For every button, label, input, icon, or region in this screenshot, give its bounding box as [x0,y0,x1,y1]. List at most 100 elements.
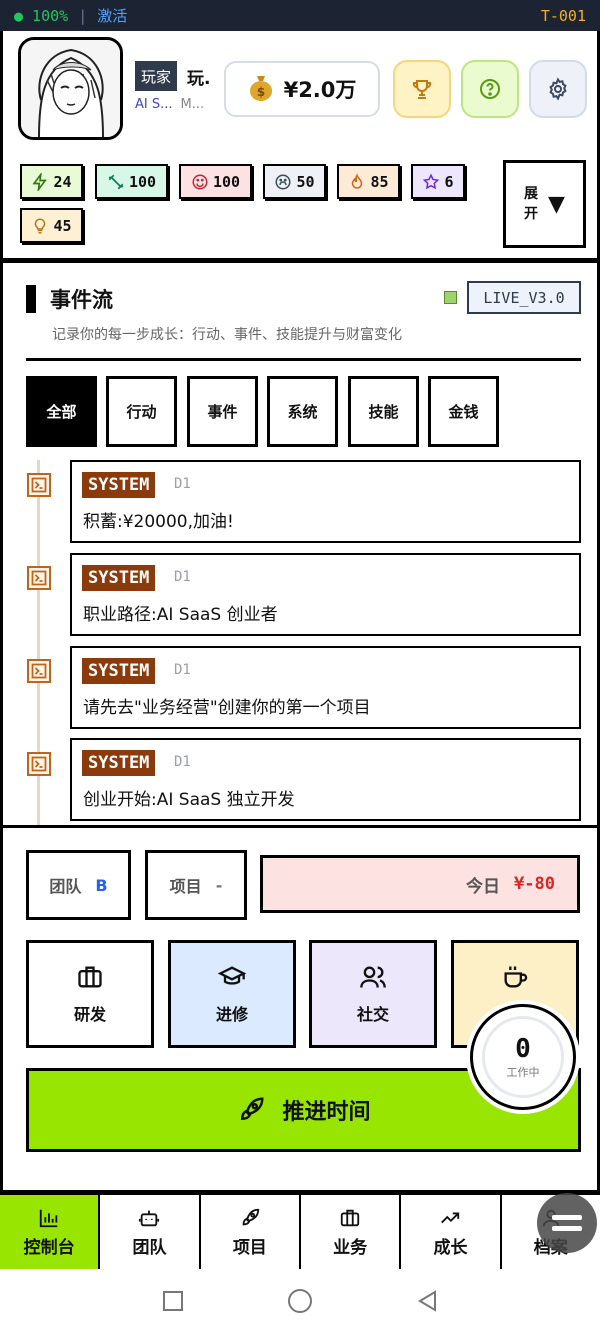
avatar[interactable] [18,37,123,140]
terminal-icon [27,659,51,683]
terminal-icon [27,473,51,497]
action-research-button[interactable]: 研发 [26,940,154,1048]
trophy-button[interactable] [393,60,451,118]
action-research-label: 研发 [73,1005,106,1024]
stat-reputation-value: 6 [444,172,454,191]
action-panel: 团队 B 项目 - 今日 ¥-80 研发 进修 社交 休 推进时间 0 工作中 [0,828,600,1193]
event-type-badge: SYSTEM [82,658,156,684]
back-icon[interactable] [416,1289,438,1313]
bulb-icon [35,217,46,233]
stat-energy-value: 24 [53,172,72,191]
nav-growth-label: 成长 [433,1237,468,1258]
profile-header: 玩家 玩. AI S... M... $ ¥2.0万 24 100 100 50 … [0,31,600,263]
advance-time-label: 推进时间 [282,1100,371,1125]
gear-icon [549,77,567,101]
rocket-icon [242,1208,259,1225]
filter-action[interactable]: 行动 [106,376,177,447]
action-social-label: 社交 [356,1005,389,1024]
money-bag-icon: $ [248,73,274,106]
section-marker [26,285,36,313]
filter-event[interactable]: 事件 [187,376,258,447]
player-role-text: AI S... [135,97,173,112]
worker-ring: 0 工作中 [482,1016,564,1098]
menu-bar-icon [552,1226,582,1231]
event-text: 积蓄:¥20000,加油! [83,512,234,532]
filter-money[interactable]: 金钱 [428,376,499,447]
player-name: 玩. [187,69,211,89]
expand-label: 展 开 [524,184,538,224]
team-level[interactable]: 团队 B [26,850,131,920]
frown-icon [275,174,291,189]
stat-fitness-value: 100 [128,172,157,191]
battery-status: ● 100% [14,6,69,25]
stat-stress-value: 50 [296,172,315,191]
recents-icon[interactable] [162,1290,184,1312]
bolt-icon [32,172,48,191]
stat-fitness[interactable]: 100 [95,164,168,199]
expand-button[interactable]: 展 开 ▼ [503,160,586,248]
briefcase-icon [340,1209,360,1226]
trending-up-icon [441,1212,460,1223]
nav-project[interactable]: 项目 [201,1195,301,1269]
terminal-icon [27,566,51,590]
nav-business[interactable]: 业务 [301,1195,402,1269]
live-indicator [444,291,457,304]
divider [26,358,581,361]
nav-growth[interactable]: 成长 [401,1195,502,1269]
project-status[interactable]: 项目 - [145,850,247,920]
event-type-badge: SYSTEM [82,472,156,498]
event-card[interactable]: SYSTEM D1 创业开始:AI SaaS 独立开发 [70,738,581,821]
nav-console[interactable]: 控制台 [0,1195,101,1269]
player-role-extra: M... [180,97,205,112]
player-role: AI S... M... [135,97,204,112]
event-text: 创业开始:AI SaaS 独立开发 [83,790,295,810]
action-study-button[interactable]: 进修 [168,940,296,1048]
event-card[interactable]: SYSTEM D1 职业路径:AI SaaS 创业者 [70,553,581,636]
stat-energy[interactable]: 24 [20,164,83,199]
event-day: D1 [174,754,191,770]
worker-counter[interactable]: 0 工作中 [470,1004,576,1110]
flame-icon [352,172,363,189]
dumbbell-icon [108,174,124,189]
team-label: 团队 [49,877,82,896]
event-card[interactable]: SYSTEM D1 积蓄:¥20000,加油! [70,460,581,543]
nav-team-label: 团队 [132,1237,167,1258]
stat-passion[interactable]: 85 [337,164,400,199]
action-social-button[interactable]: 社交 [309,940,437,1048]
event-day: D1 [174,662,191,678]
money-display[interactable]: $ ¥2.0万 [224,61,380,117]
settings-button[interactable] [529,60,587,118]
activate-link[interactable]: 激活 [97,5,127,26]
status-bar: ● 100% | 激活 T-001 [0,0,600,31]
floating-menu-button[interactable] [537,1193,597,1253]
event-card[interactable]: SYSTEM D1 请先去"业务经营"创建你的第一个项目 [70,646,581,729]
system-nav-bar [0,1269,600,1333]
stat-passion-value: 85 [370,172,389,191]
stream-title: 事件流 [50,288,113,312]
today-value: ¥-80 [514,874,555,894]
coffee-icon [504,966,528,988]
stat-reputation[interactable]: 6 [411,164,465,199]
stat-happiness[interactable]: 100 [179,164,252,199]
stat-creativity[interactable]: 45 [20,208,83,243]
event-type-badge: SYSTEM [82,565,156,591]
terminal-id: T-001 [540,6,586,25]
filter-skill[interactable]: 技能 [348,376,419,447]
rocket-icon [241,1097,264,1121]
home-icon[interactable] [287,1288,313,1314]
smile-icon [192,174,208,189]
stat-stress[interactable]: 50 [263,164,326,199]
stat-creativity-value: 45 [53,216,72,235]
nav-team[interactable]: 团队 [100,1195,201,1269]
stream-subtitle: 记录你的每一步成长：行动、事件、技能提升与财富变化 [52,327,402,343]
project-value: - [215,875,223,895]
status-separator: | [78,6,88,25]
graduation-cap-icon [217,966,247,985]
help-button[interactable] [461,60,519,118]
filter-all[interactable]: 全部 [26,376,97,447]
player-tag: 玩家 [135,61,178,91]
today-label: 今日 [466,876,501,897]
bottom-nav: 控制台 团队 项目 业务 成长 档案 [0,1193,600,1269]
filter-system[interactable]: 系统 [267,376,338,447]
event-day: D1 [174,569,191,585]
